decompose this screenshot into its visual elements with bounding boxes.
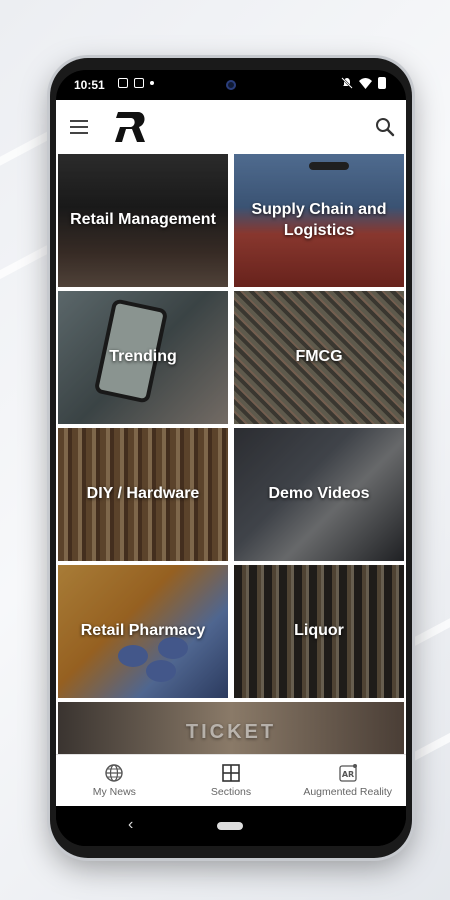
status-bar: 10:51 bbox=[56, 70, 406, 100]
nav-label: Augmented Reality bbox=[303, 786, 393, 798]
message-icon bbox=[134, 78, 144, 88]
dot-icon bbox=[150, 81, 154, 85]
section-label: Retail Management bbox=[70, 211, 216, 229]
battery-icon bbox=[378, 77, 386, 89]
nav-label: My News bbox=[92, 786, 136, 798]
app-bar bbox=[56, 100, 406, 154]
bottom-navigation: My News Sections AR Augmented Reality bbox=[56, 754, 406, 806]
ticket-text: TICKET bbox=[185, 721, 277, 743]
back-icon[interactable]: ‹ bbox=[128, 816, 133, 834]
nav-label: Sections bbox=[210, 786, 252, 798]
wifi-icon bbox=[359, 77, 372, 89]
section-tile-diy-hardware[interactable]: DIY / Hardware bbox=[58, 428, 228, 561]
nav-sections[interactable]: Sections bbox=[173, 755, 290, 806]
phone-frame: 10:51 Retail Management Supply Chain and… bbox=[50, 58, 412, 858]
grid-icon bbox=[222, 764, 240, 782]
front-camera bbox=[226, 80, 236, 90]
nav-augmented-reality[interactable]: AR Augmented Reality bbox=[289, 755, 406, 806]
section-tile-retail-pharmacy[interactable]: Retail Pharmacy bbox=[58, 565, 228, 698]
search-icon[interactable] bbox=[374, 116, 396, 138]
mute-icon bbox=[341, 77, 353, 89]
nav-my-news[interactable]: My News bbox=[56, 755, 173, 806]
sections-grid: Retail Management Supply Chain and Logis… bbox=[56, 154, 406, 754]
section-label: Supply Chain and Logistics bbox=[251, 200, 387, 239]
svg-text:AR: AR bbox=[341, 770, 353, 779]
status-time: 10:51 bbox=[74, 78, 105, 92]
status-system-icons bbox=[341, 77, 386, 89]
section-label: Demo Videos bbox=[268, 485, 370, 503]
system-navigation-bar: ‹ bbox=[56, 806, 406, 846]
section-label: Liquor bbox=[294, 622, 344, 640]
globe-icon bbox=[105, 764, 124, 782]
section-tile-partial[interactable]: TICKET bbox=[58, 702, 404, 754]
app-logo bbox=[115, 112, 145, 142]
ar-icon: AR bbox=[339, 764, 357, 782]
section-tile-supply-chain[interactable]: Supply Chain and Logistics bbox=[234, 154, 404, 287]
section-tile-demo-videos[interactable]: Demo Videos bbox=[234, 428, 404, 561]
status-notification-icons bbox=[118, 78, 154, 88]
phone-screen: 10:51 Retail Management Supply Chain and… bbox=[56, 70, 406, 846]
image-icon bbox=[118, 78, 128, 88]
section-label: DIY / Hardware bbox=[86, 485, 200, 503]
section-tile-fmcg[interactable]: FMCG bbox=[234, 291, 404, 424]
section-tile-trending[interactable]: Trending bbox=[58, 291, 228, 424]
section-label: FMCG bbox=[295, 348, 343, 366]
section-tile-liquor[interactable]: Liquor bbox=[234, 565, 404, 698]
section-label: Trending bbox=[109, 348, 177, 366]
section-tile-retail-management[interactable]: Retail Management bbox=[58, 154, 228, 287]
hamburger-icon[interactable] bbox=[70, 120, 88, 134]
home-icon[interactable] bbox=[217, 822, 243, 830]
section-label: Retail Pharmacy bbox=[80, 622, 206, 640]
